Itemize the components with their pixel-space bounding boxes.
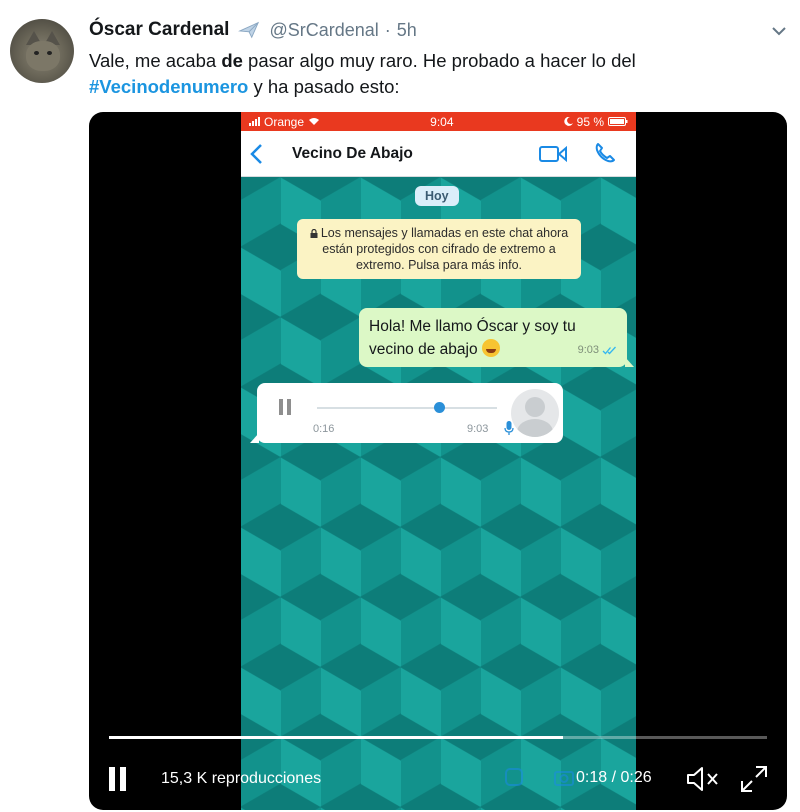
lock-icon <box>310 229 318 238</box>
hashtag-link[interactable]: #Vecinodenumero <box>89 76 248 97</box>
video-player[interactable]: Orange 9:04 95 % Vecino De Abajo Hoy Los… <box>89 112 787 810</box>
mute-icon[interactable] <box>685 764 721 794</box>
tweet-header: Óscar Cardenal @SrCardenal · 5h <box>89 16 417 44</box>
message-text: Hola! Me llamo Óscar y soy tu vecino de … <box>369 318 576 358</box>
voice-sender-avatar <box>511 389 559 437</box>
video-progress-bar[interactable] <box>109 736 767 739</box>
contact-name[interactable]: Vecino De Abajo <box>292 145 413 163</box>
encryption-notice[interactable]: Los mensajes y llamadas en este chat aho… <box>297 219 581 279</box>
battery-label: 95 % <box>576 114 604 129</box>
phone-screen: Orange 9:04 95 % Vecino De Abajo Hoy Los… <box>241 112 636 810</box>
separator-dot: · <box>384 19 391 40</box>
chevron-down-icon[interactable] <box>768 20 790 42</box>
phone-status-bar: Orange 9:04 95 % <box>241 112 636 131</box>
camera-icon <box>554 771 574 786</box>
voice-message[interactable]: 0:16 9:03 <box>250 383 563 443</box>
video-timestamp: 0:18 / 0:26 <box>576 769 652 786</box>
phone-call-icon[interactable] <box>593 141 617 165</box>
wifi-icon <box>309 118 320 125</box>
video-call-icon[interactable] <box>539 145 567 163</box>
voice-pause-icon[interactable] <box>279 399 295 415</box>
fullscreen-icon[interactable] <box>739 764 769 794</box>
carrier-label: Orange <box>264 114 305 129</box>
voice-progress-knob[interactable] <box>434 402 446 413</box>
signal-icon <box>249 117 260 126</box>
voice-time: 9:03 <box>467 423 489 435</box>
tweet-text: Vale, me acaba de pasar algo muy raro. H… <box>89 50 636 97</box>
outgoing-message[interactable]: Hola! Me llamo Óscar y soy tu vecino de … <box>359 308 634 367</box>
double-check-icon <box>602 346 616 355</box>
phone-clock: 9:04 <box>430 114 454 129</box>
video-progress-fill <box>109 736 564 739</box>
airplane-icon <box>238 21 260 39</box>
sticker-icon <box>505 768 523 786</box>
voice-track[interactable] <box>317 407 497 409</box>
display-name[interactable]: Óscar Cardenal <box>89 19 229 41</box>
voice-duration: 0:16 <box>313 423 335 435</box>
avatar[interactable] <box>10 19 74 83</box>
day-label: Hoy <box>415 186 459 206</box>
laughing-emoji-icon <box>481 339 500 357</box>
chat-header: Vecino De Abajo <box>241 131 636 177</box>
chat-area: Hoy Los mensajes y llamadas en este chat… <box>241 177 636 810</box>
user-handle[interactable]: @SrCardenal <box>269 20 378 41</box>
view-count: 15,3 K reproducciones <box>161 770 322 787</box>
message-time: 9:03 <box>577 344 599 356</box>
battery-icon <box>608 117 628 126</box>
moon-icon <box>563 117 573 126</box>
back-arrow-icon[interactable] <box>249 143 265 165</box>
tweet-time[interactable]: 5h <box>397 20 417 41</box>
message-meta: 9:03 <box>578 339 617 362</box>
pause-button[interactable] <box>109 764 133 794</box>
